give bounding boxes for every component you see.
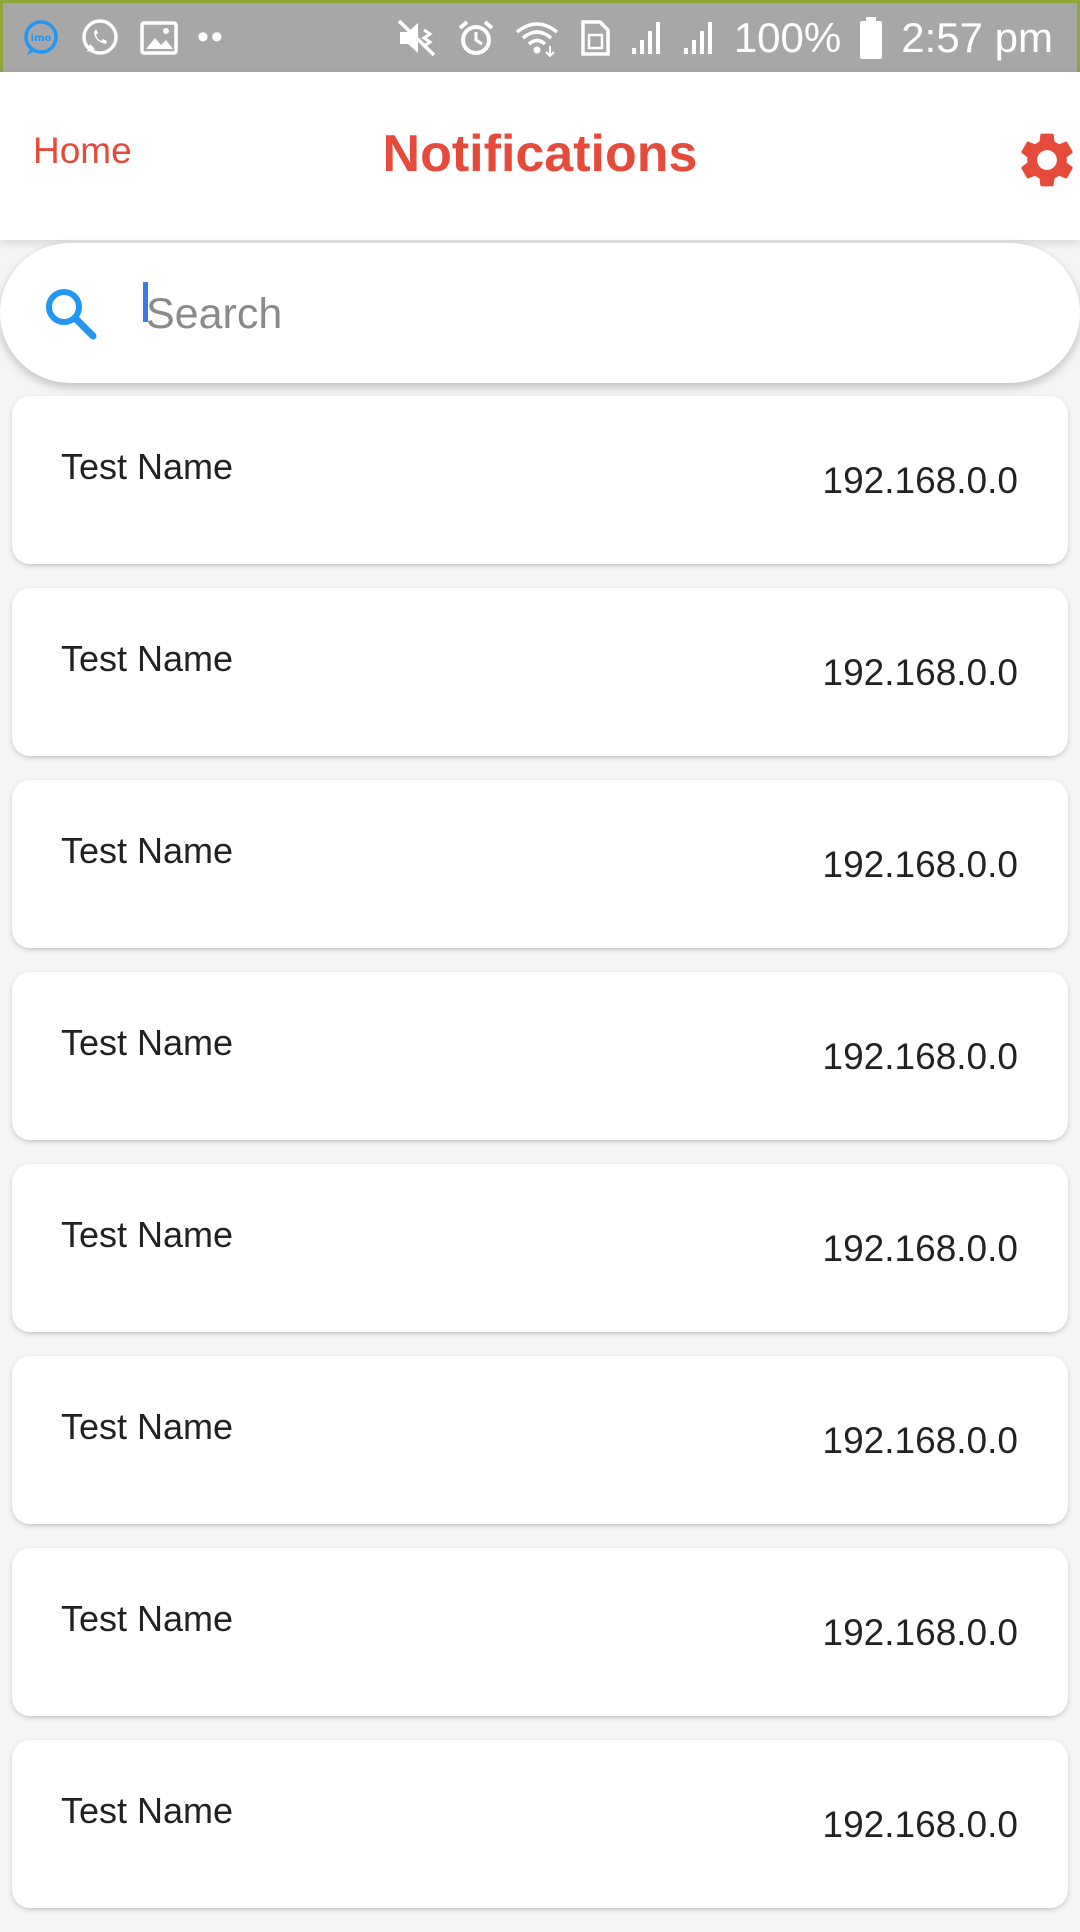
item-name: Test Name: [61, 1022, 234, 1063]
item-ip-address: 192.168.0.0: [822, 652, 1018, 693]
signal-icon: [630, 18, 664, 58]
svg-text:imo: imo: [31, 33, 52, 44]
list-item[interactable]: Test Name 192.168.0.0: [12, 588, 1068, 756]
item-ip-address: 192.168.0.0: [822, 460, 1018, 501]
item-name: Test Name: [61, 638, 234, 679]
search-icon: [40, 283, 100, 343]
item-name: Test Name: [61, 1598, 234, 1639]
list-item[interactable]: Test Name 192.168.0.0: [12, 1740, 1068, 1908]
search-bar: [0, 243, 1080, 383]
status-right-icons: 100% 2:57 pm: [396, 14, 1053, 62]
list-item[interactable]: Test Name 192.168.0.0: [12, 1164, 1068, 1332]
gallery-icon: [139, 18, 179, 58]
list-item[interactable]: Test Name 192.168.0.0: [12, 396, 1068, 564]
list-item[interactable]: Test Name 192.168.0.0: [12, 1548, 1068, 1716]
status-left-icons: imo ••: [21, 17, 225, 59]
vibrate-icon: [396, 18, 438, 58]
text-cursor: [143, 282, 148, 322]
status-bar: imo •• 100% 2:57 pm: [0, 0, 1080, 72]
item-ip-address: 192.168.0.0: [822, 1612, 1018, 1653]
item-name: Test Name: [61, 1214, 234, 1255]
search-input[interactable]: [140, 273, 1020, 355]
item-name: Test Name: [61, 446, 234, 487]
battery-icon: [859, 16, 883, 60]
imo-icon: imo: [21, 18, 61, 58]
list-item[interactable]: Test Name 192.168.0.0: [12, 972, 1068, 1140]
battery-percent: 100%: [733, 13, 842, 61]
list-item[interactable]: Test Name 192.168.0.0: [12, 1356, 1068, 1524]
item-name: Test Name: [61, 830, 234, 871]
list-item[interactable]: Test Name 192.168.0.0: [12, 780, 1068, 948]
whatsapp-icon: [79, 17, 121, 59]
item-ip-address: 192.168.0.0: [822, 844, 1018, 885]
alarm-icon: [456, 18, 496, 58]
sim-icon: [578, 18, 612, 58]
wifi-icon: [514, 18, 560, 58]
item-ip-address: 192.168.0.0: [822, 1036, 1018, 1077]
item-ip-address: 192.168.0.0: [822, 1804, 1018, 1845]
more-dots-icon: ••: [197, 18, 225, 56]
item-name: Test Name: [61, 1406, 234, 1447]
notification-list: Test Name 192.168.0.0 Test Name 192.168.0.0…: [12, 396, 1068, 1932]
clock: 2:57 pm: [901, 13, 1053, 61]
home-link[interactable]: Home: [33, 130, 132, 172]
item-ip-address: 192.168.0.0: [822, 1228, 1018, 1269]
settings-button[interactable]: [1000, 122, 1080, 202]
item-ip-address: 192.168.0.0: [822, 1420, 1018, 1461]
page-title: Notifications: [382, 125, 698, 183]
item-name: Test Name: [61, 1790, 234, 1831]
app-bar: Home Notifications: [0, 72, 1080, 240]
gear-icon: [1014, 127, 1080, 198]
signal-icon: [682, 18, 716, 58]
